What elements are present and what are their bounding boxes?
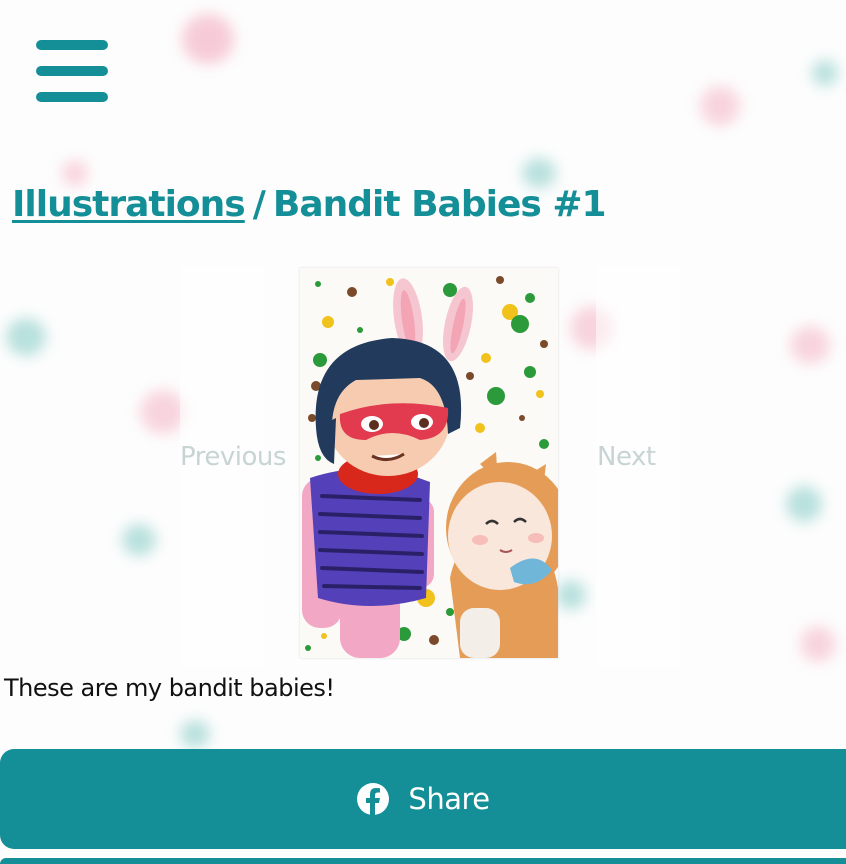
breadcrumb-link-illustrations[interactable]: Illustrations	[12, 184, 246, 225]
share-button[interactable]: Share	[0, 749, 846, 849]
next-link[interactable]: Next	[597, 442, 656, 472]
page: Illustrations / Bandit Babies #1 Previou…	[0, 0, 846, 864]
post-caption: These are my bandit babies!	[4, 674, 335, 702]
breadcrumb: Illustrations / Bandit Babies #1	[12, 172, 607, 236]
artwork-image[interactable]	[300, 268, 558, 658]
artwork-illustration	[300, 268, 558, 658]
share-button-label: Share	[408, 782, 490, 816]
image-gallery: Previous Next	[0, 266, 846, 666]
bottom-button-edge	[0, 858, 846, 864]
previous-link[interactable]: Previous	[180, 442, 286, 472]
baby-figure	[446, 452, 558, 658]
breadcrumb-separator: /	[252, 183, 266, 225]
facebook-icon	[357, 783, 390, 816]
hamburger-menu-icon[interactable]	[34, 38, 110, 104]
page-title: Bandit Babies #1	[272, 183, 607, 225]
